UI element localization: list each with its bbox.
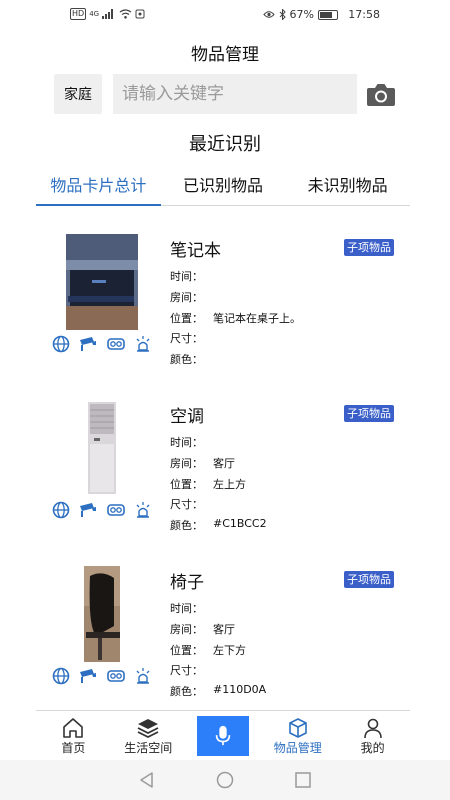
app-screen: HD 4G 67% 17:58 物品管理 家庭 最近识别 物品卡片总计 已识别物… — [0, 0, 450, 800]
item-name: 椅子 — [170, 573, 204, 593]
nav-living-space[interactable]: 生活空间 — [111, 711, 186, 760]
item-photo-chair[interactable] — [66, 566, 138, 662]
position-label: 位置： — [170, 477, 203, 491]
system-nav-bar — [0, 760, 450, 800]
sub-item-badge[interactable]: 子项物品 — [344, 239, 394, 256]
battery-percent: 67% — [289, 8, 314, 21]
security-camera-icon[interactable] — [79, 501, 97, 519]
voice-button[interactable] — [196, 716, 249, 756]
wifi-icon — [119, 9, 132, 19]
layers-icon — [137, 719, 159, 739]
color-value: #110D0A — [213, 683, 267, 697]
tab-all-cards[interactable]: 物品卡片总计 — [36, 170, 161, 206]
alarm-light-icon[interactable] — [134, 501, 152, 519]
item-action-icons — [52, 335, 152, 355]
bottom-nav: 首页 生活空间 物品管理 我的 — [36, 710, 410, 760]
status-right: 67% — [262, 8, 338, 21]
nav-item-management[interactable]: 物品管理 — [260, 711, 335, 760]
home-icon — [63, 718, 84, 738]
globe-icon[interactable] — [52, 501, 70, 519]
status-left: HD 4G — [70, 8, 145, 20]
room-label: 房间： — [170, 622, 203, 636]
page-title: 物品管理 — [191, 45, 259, 65]
search-input[interactable] — [113, 74, 357, 114]
alarm-light-icon[interactable] — [134, 667, 152, 685]
recents-icon[interactable] — [294, 771, 312, 789]
item-photo-laptop[interactable] — [66, 234, 138, 330]
tab-unrecognized[interactable]: 未识别物品 — [285, 170, 410, 205]
item-fields: 时间： 房间： 客厅 位置： 左下方 尺寸： 颜色： #110D0A — [170, 600, 266, 704]
sub-item-badge[interactable]: 子项物品 — [344, 571, 394, 588]
nav-mine[interactable]: 我的 — [335, 711, 410, 760]
position-label: 位置： — [170, 643, 203, 657]
nav-living-space-label: 生活空间 — [124, 741, 173, 755]
sub-item-badge[interactable]: 子项物品 — [344, 405, 394, 422]
size-label: 尺寸： — [170, 664, 203, 678]
position-value: 左下方 — [213, 643, 246, 657]
globe-icon[interactable] — [52, 667, 70, 685]
color-label: 颜色： — [170, 519, 203, 533]
back-icon[interactable] — [138, 771, 156, 789]
room-label: 房间： — [170, 456, 203, 470]
security-camera-icon[interactable] — [79, 335, 97, 353]
size-label: 尺寸： — [170, 498, 203, 512]
position-value: 左上方 — [213, 477, 246, 491]
home-circle-icon[interactable] — [216, 771, 234, 789]
room-value: 客厅 — [213, 622, 235, 636]
color-value: #C1BCC2 — [213, 517, 267, 531]
item-fields: 时间： 房间： 位置： 笔记本在桌子上。 尺寸： 颜色： — [170, 268, 301, 372]
item-card[interactable]: 空调 子项物品 时间： 房间： 客厅 位置： 左上方 尺寸： 颜色： #C1BCC2 — [0, 388, 450, 554]
hd-badge: HD — [70, 8, 87, 20]
item-card[interactable]: 椅子 子项物品 时间： 房间： 客厅 位置： 左下方 尺寸： 颜色： #110D0A — [0, 554, 450, 710]
status-bar: HD 4G 67% 17:58 — [0, 0, 450, 30]
eye-icon — [262, 11, 275, 18]
item-photo-air-conditioner[interactable] — [66, 400, 138, 496]
item-fields: 时间： 房间： 客厅 位置： 左上方 尺寸： 颜色： #C1BCC2 — [170, 434, 267, 538]
nav-home[interactable]: 首页 — [36, 711, 111, 760]
alarm-light-icon[interactable] — [134, 335, 152, 353]
nav-voice[interactable] — [186, 711, 261, 760]
nav-mine-label: 我的 — [360, 741, 385, 755]
time-label: 时间： — [170, 436, 203, 449]
size-label: 尺寸： — [170, 332, 203, 346]
camera-icon[interactable] — [366, 80, 396, 108]
nav-item-management-label: 物品管理 — [273, 741, 322, 755]
nav-home-label: 首页 — [61, 741, 86, 755]
globe-icon[interactable] — [52, 335, 70, 353]
category-selector[interactable]: 家庭 — [54, 74, 102, 114]
clock: 17:58 — [348, 8, 380, 21]
battery-icon — [318, 9, 338, 20]
tab-recognized[interactable]: 已识别物品 — [161, 170, 286, 205]
room-label: 房间： — [170, 290, 203, 304]
room-value: 客厅 — [213, 456, 235, 470]
time-label: 时间： — [170, 602, 203, 615]
time-label: 时间： — [170, 270, 203, 283]
item-action-icons — [52, 501, 152, 521]
vr-headset-icon[interactable] — [106, 667, 125, 685]
position-value: 笔记本在桌子上。 — [213, 311, 301, 325]
item-card[interactable]: 笔记本 子项物品 时间： 房间： 位置： 笔记本在桌子上。 尺寸： 颜色： — [0, 222, 450, 388]
item-name: 笔记本 — [170, 241, 221, 261]
cube-icon — [288, 718, 307, 738]
notification-icon — [135, 9, 145, 19]
tab-bar: 物品卡片总计 已识别物品 未识别物品 — [36, 170, 410, 206]
color-label: 颜色： — [170, 685, 203, 699]
bluetooth-icon — [279, 9, 286, 20]
signal-icon — [102, 9, 114, 19]
item-action-icons — [52, 667, 152, 687]
section-title: 最近识别 — [189, 134, 261, 155]
item-list: 笔记本 子项物品 时间： 房间： 位置： 笔记本在桌子上。 尺寸： 颜色： 空调… — [0, 222, 450, 710]
item-name: 空调 — [170, 407, 204, 427]
user-icon — [363, 718, 382, 739]
vr-headset-icon[interactable] — [106, 335, 125, 353]
microphone-icon — [215, 725, 231, 746]
network-badge: 4G — [89, 10, 100, 18]
color-label: 颜色： — [170, 353, 203, 367]
position-label: 位置： — [170, 311, 203, 325]
vr-headset-icon[interactable] — [106, 501, 125, 519]
security-camera-icon[interactable] — [79, 667, 97, 685]
